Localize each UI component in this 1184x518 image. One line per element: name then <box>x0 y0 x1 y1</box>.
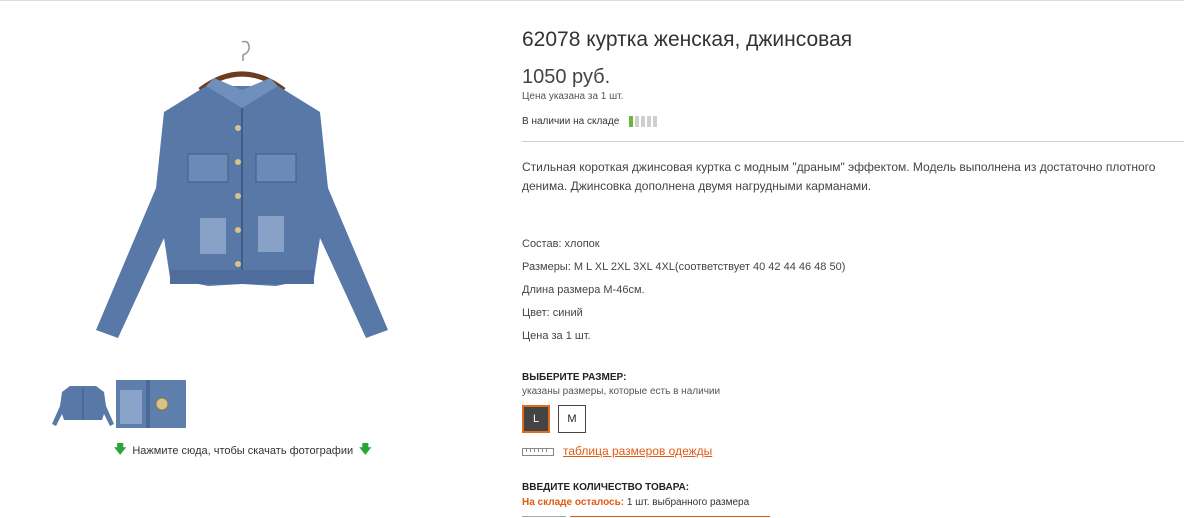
quantity-heading: ВВЕДИТЕ КОЛИЧЕСТВО ТОВАРА: <box>522 482 690 493</box>
spec-sizes: Размеры: M L XL 2XL 3XL 4XL(соответствуе… <box>522 261 846 273</box>
spec-length: Длина размера M-46см. <box>522 284 645 296</box>
spec-color: Цвет: синий <box>522 307 583 319</box>
quantity-input-underline <box>570 516 770 517</box>
product-description: Стильная короткая джинсовая куртка с мод… <box>522 160 1156 193</box>
stock-label: В наличии на складе <box>522 116 620 127</box>
size-picker-heading: ВЫБЕРИТЕ РАЗМЕР: <box>522 372 627 383</box>
stock-bar <box>653 116 658 127</box>
stock-bar <box>647 116 652 127</box>
section-divider <box>522 141 1184 142</box>
size-option-m[interactable]: M <box>558 405 586 433</box>
thumbnail-detail[interactable] <box>116 380 186 428</box>
stock-level-indicator <box>629 116 658 127</box>
thumbnail-jacket[interactable] <box>48 380 118 428</box>
stock-bar <box>641 116 646 127</box>
product-main-image[interactable] <box>88 38 396 350</box>
stock-remaining-label: На складе осталось: <box>522 497 625 508</box>
stock-bar <box>635 116 640 127</box>
spec-price-unit: Цена за 1 шт. <box>522 330 591 342</box>
stock-remaining: На складе осталось: 1 шт. выбранного раз… <box>522 497 749 508</box>
product-title: 62078 куртка женская, джинсовая <box>522 28 853 51</box>
download-arrow-icon: 🡇 <box>359 442 372 456</box>
thumbnail-detail-image <box>116 380 186 428</box>
quantity-input[interactable] <box>522 516 566 517</box>
stock-remaining-value: 1 шт. выбранного размера <box>626 497 750 508</box>
product-price: 1050 руб. <box>522 66 611 88</box>
download-photos-link[interactable]: 🡇 Нажмите сюда, чтобы скачать фотографии… <box>114 440 372 461</box>
top-divider <box>0 0 1184 1</box>
spec-composition: Состав: хлопок <box>522 238 600 250</box>
stock-status: В наличии на складе <box>522 116 658 127</box>
stock-bar <box>629 116 634 127</box>
download-arrow-icon: 🡇 <box>114 442 127 456</box>
size-option-l[interactable]: L <box>522 405 550 433</box>
ruler-icon <box>522 448 554 456</box>
download-photos-text: Нажмите сюда, чтобы скачать фотографии <box>132 444 354 457</box>
size-picker-subtext: указаны размеры, которые есть в наличии <box>522 386 721 397</box>
price-note: Цена указана за 1 шт. <box>522 91 624 102</box>
size-table-link[interactable]: таблица размеров одежды <box>563 444 712 458</box>
